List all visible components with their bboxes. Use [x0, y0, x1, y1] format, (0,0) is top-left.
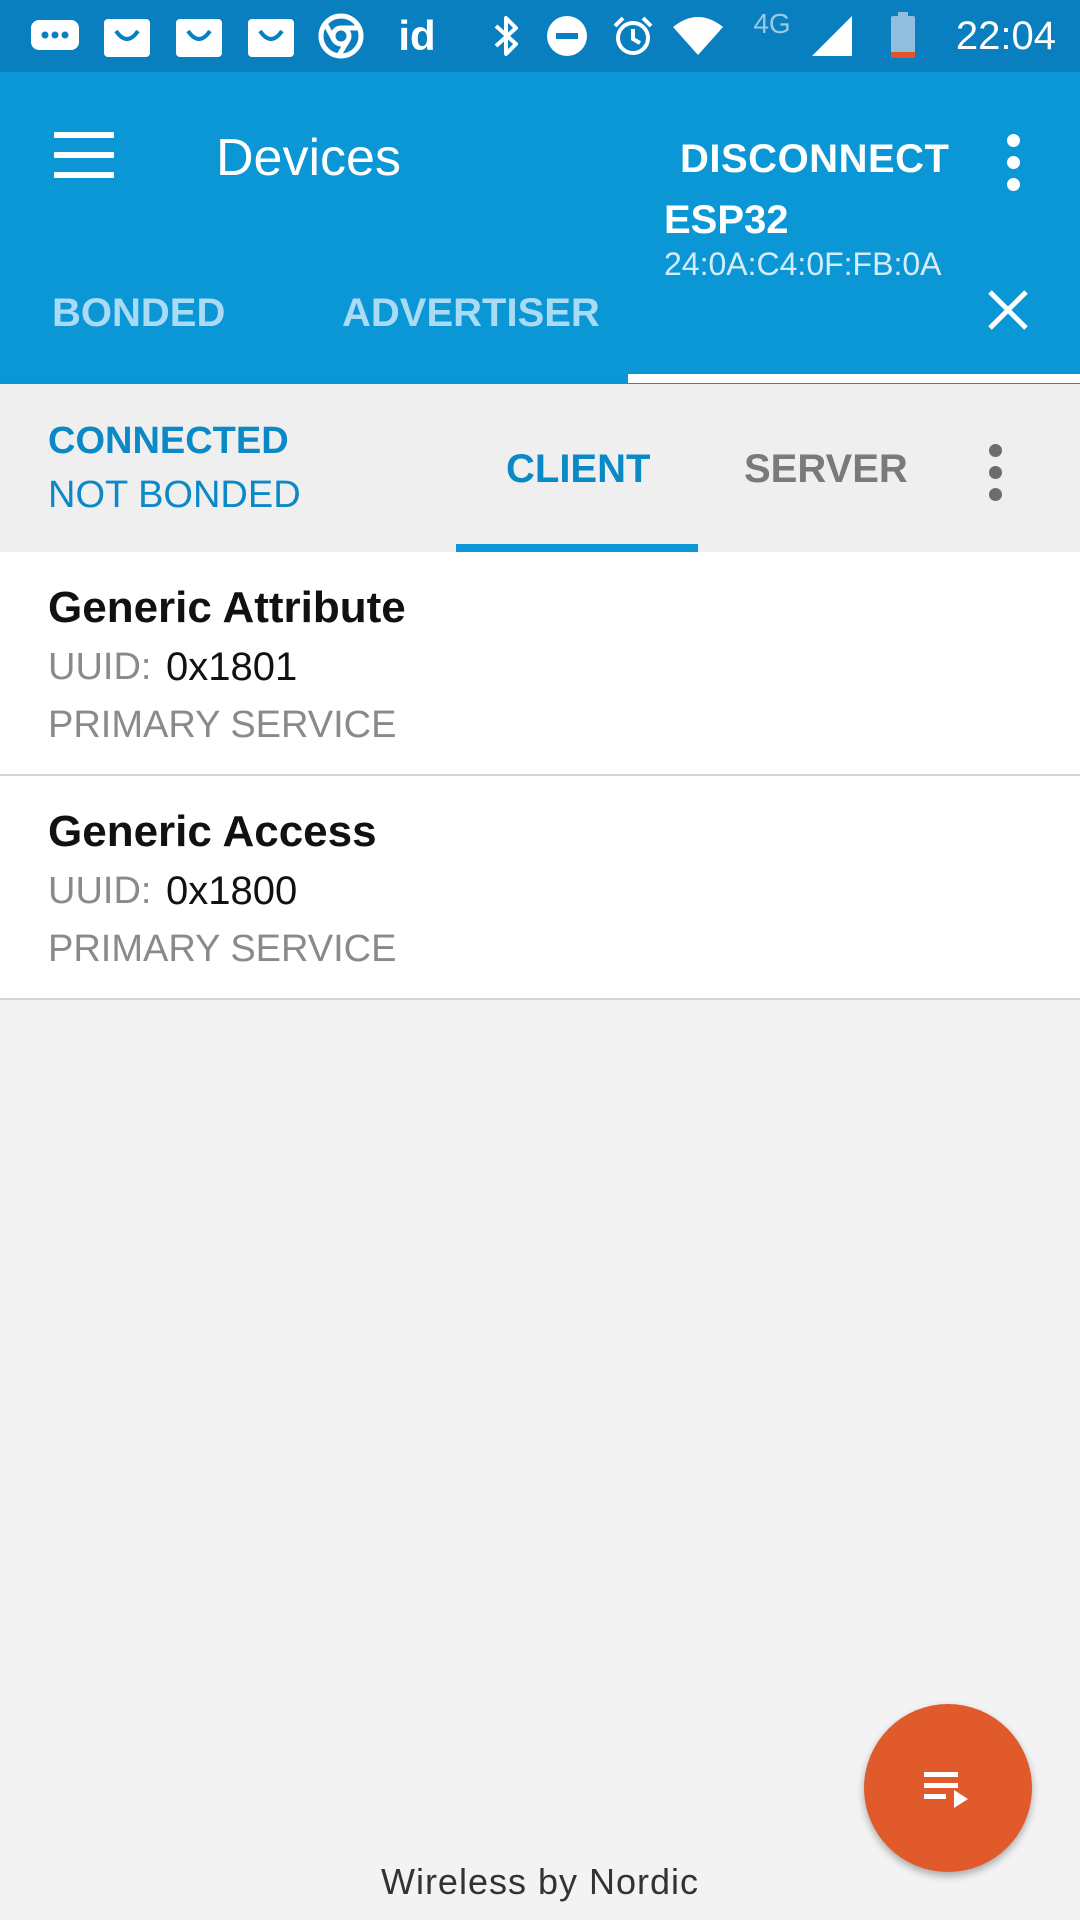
services-list: Generic Attribute UUID: 0x1801 PRIMARY S…: [0, 552, 1080, 1000]
list-item[interactable]: Generic Attribute UUID: 0x1801 PRIMARY S…: [0, 552, 1080, 776]
uuid-value: 0x1800: [166, 869, 298, 913]
tab-client[interactable]: CLIENT: [506, 444, 650, 494]
service-name: Generic Attribute: [48, 583, 406, 632]
id-app-icon: id: [398, 12, 436, 59]
service-type: PRIMARY SERVICE: [48, 928, 397, 970]
tab-advertiser[interactable]: ADVERTISER: [342, 288, 600, 338]
service-name: Generic Access: [48, 807, 377, 856]
tab-server[interactable]: SERVER: [744, 444, 908, 494]
log-playlist-icon: [924, 1772, 968, 1808]
wifi-icon: [670, 14, 726, 58]
tab-indicator: [456, 544, 698, 552]
status-bar: id 4G 22:04: [0, 0, 1080, 72]
connection-state: CONNECTED: [48, 420, 289, 462]
bond-state: NOT BONDED: [48, 474, 301, 516]
shop-icon: [172, 14, 226, 58]
message-icon: [28, 14, 82, 58]
disconnect-button[interactable]: DISCONNECT: [680, 134, 949, 184]
app-bar: Devices DISCONNECT BONDED ADVERTISER: [0, 72, 1080, 384]
uuid-label: UUID:: [48, 646, 152, 688]
alarm-icon: [610, 14, 656, 58]
device-name: ESP32: [664, 198, 789, 242]
list-item[interactable]: Generic Access UUID: 0x1800 PRIMARY SERV…: [0, 776, 1080, 1000]
footer-text: Wireless by Nordic: [380, 1861, 700, 1902]
do-not-disturb-icon: [544, 14, 590, 58]
log-fab-button[interactable]: [864, 1704, 1032, 1872]
more-vert-icon[interactable]: [989, 444, 1003, 510]
cellular-signal-icon: [808, 14, 856, 58]
uuid-value: 0x1801: [166, 645, 298, 689]
status-time: 22:04: [955, 14, 1056, 58]
close-icon[interactable]: [986, 288, 1030, 332]
battery-low-icon: [886, 12, 920, 58]
chrome-icon: [316, 13, 366, 59]
shop-icon: [244, 14, 298, 58]
tab-bonded[interactable]: BONDED: [52, 288, 225, 338]
uuid-label: UUID:: [48, 870, 152, 912]
page-title: Devices: [216, 129, 401, 187]
hamburger-menu-icon[interactable]: [54, 132, 114, 182]
shop-icon: [100, 14, 154, 58]
more-vert-icon[interactable]: [1007, 134, 1021, 200]
device-address: 24:0A:C4:0F:FB:0A: [664, 246, 942, 282]
bluetooth-icon: [486, 14, 526, 58]
connection-header: CONNECTED NOT BONDED CLIENT SERVER: [0, 384, 1080, 552]
network-type-label: 4G: [753, 8, 791, 39]
service-type: PRIMARY SERVICE: [48, 704, 397, 746]
tab-indicator: [628, 374, 1080, 383]
